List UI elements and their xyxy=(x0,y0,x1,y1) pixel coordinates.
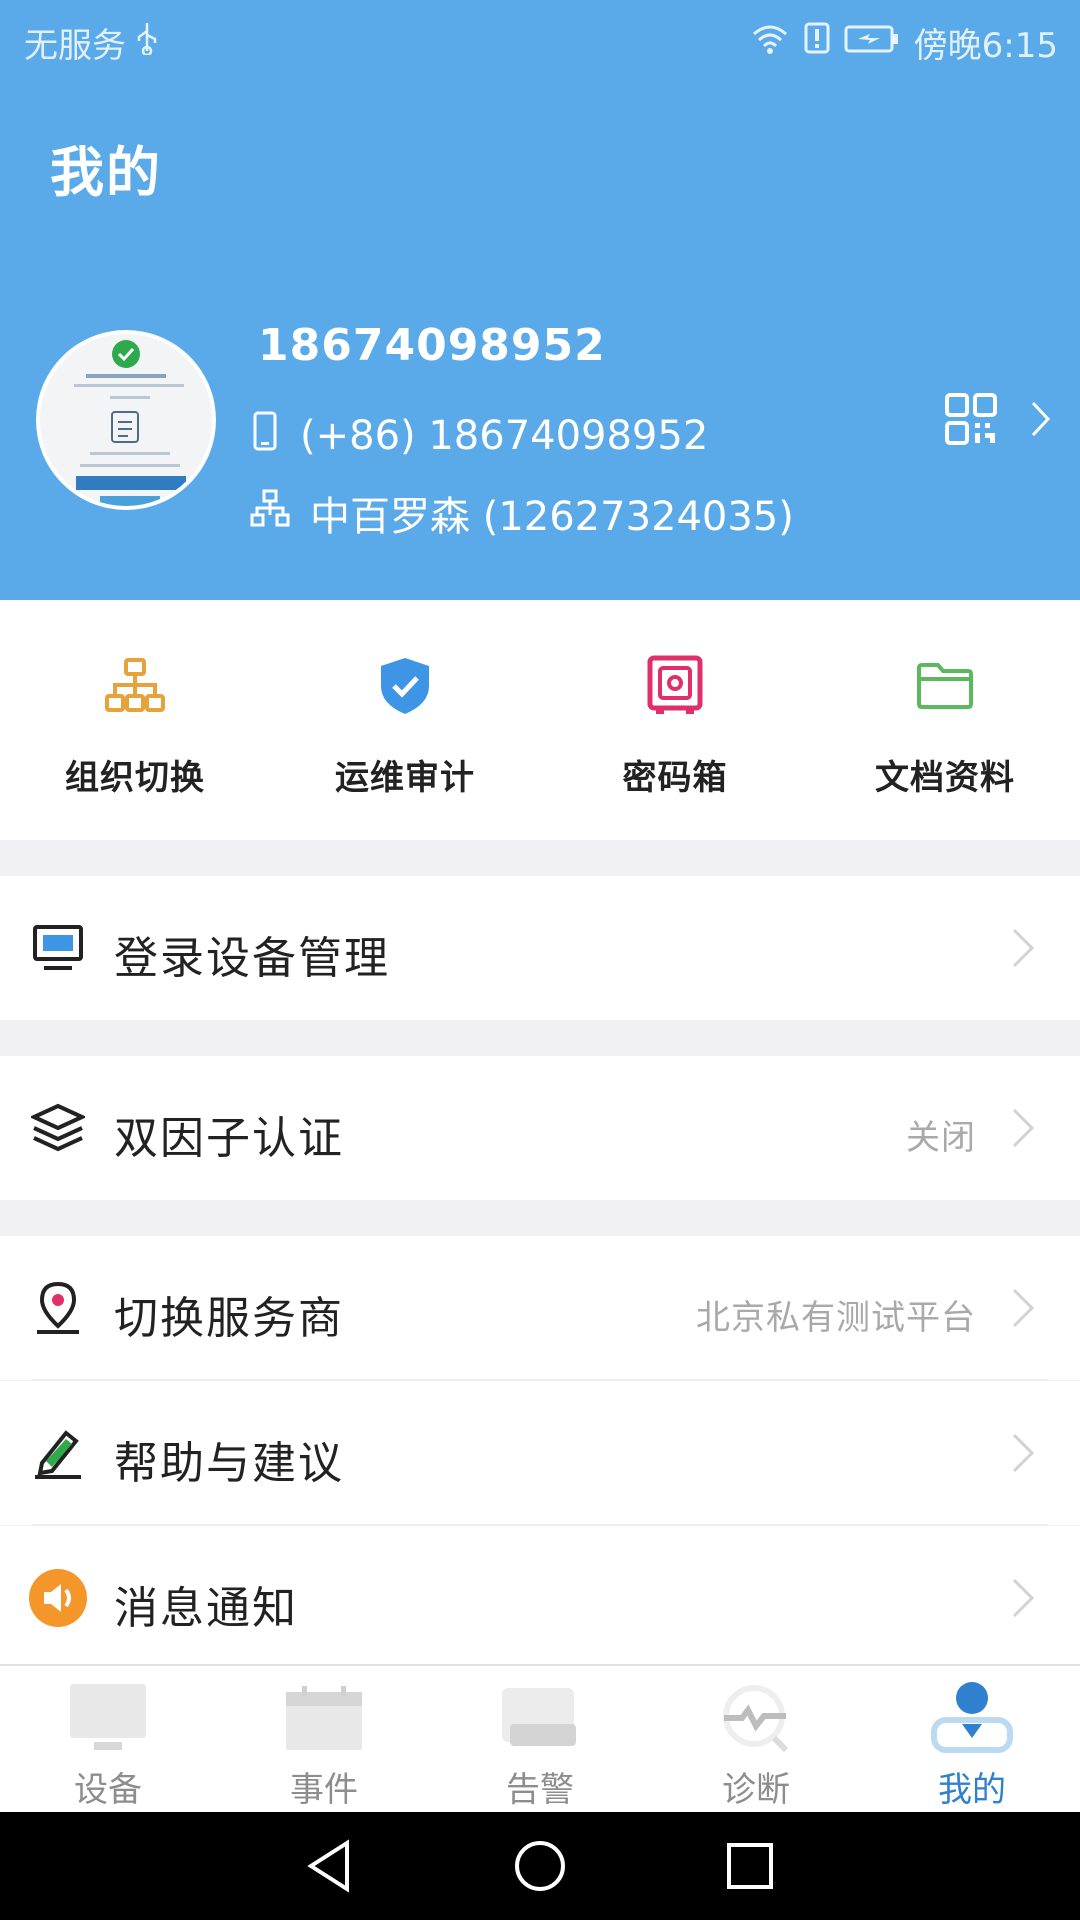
page-title: 我的 xyxy=(50,141,162,204)
two-factor-status: 关闭 xyxy=(906,1118,976,1158)
edit-pen-icon xyxy=(28,1423,88,1483)
back-icon[interactable] xyxy=(300,1836,360,1896)
clock-text: 傍晚6:15 xyxy=(913,26,1058,66)
monitor-icon xyxy=(63,1678,153,1758)
menu-help-feedback[interactable]: 帮助与建议 xyxy=(0,1381,1080,1525)
qr-code-icon xyxy=(944,392,998,450)
shield-check-icon xyxy=(369,650,441,722)
carrier-text: 无服务 xyxy=(24,26,126,66)
menu-label: 登录设备管理 xyxy=(114,933,390,984)
quick-action-documents[interactable]: 文档资料 xyxy=(810,600,1080,840)
quick-action-label: 密码箱 xyxy=(622,758,728,798)
monitor-icon xyxy=(28,918,88,978)
menu-label: 切换服务商 xyxy=(114,1293,344,1344)
quick-actions: 组织切换 运维审计 密码箱 文档资料 xyxy=(0,600,1080,840)
menu-notifications[interactable]: 消息通知 xyxy=(0,1526,1080,1670)
location-pin-icon xyxy=(28,1278,88,1338)
qr-code-button[interactable] xyxy=(944,392,1052,450)
phone-row: (+86) 18674098952 xyxy=(252,410,708,462)
home-icon[interactable] xyxy=(510,1836,570,1896)
tab-diagnose[interactable]: 诊断 xyxy=(648,1666,864,1812)
tab-label: 我的 xyxy=(938,1770,1006,1810)
org-tree-icon xyxy=(250,488,290,538)
chevron-right-icon xyxy=(1004,1576,1040,1620)
recents-icon[interactable] xyxy=(720,1836,780,1896)
bottom-tab-bar: 设备 事件 告警 诊断 我的 xyxy=(0,1664,1080,1812)
speaker-icon xyxy=(28,1568,88,1628)
tab-label: 诊断 xyxy=(722,1770,790,1810)
tab-label: 事件 xyxy=(290,1770,358,1810)
chevron-right-icon xyxy=(1004,1106,1040,1150)
username: 18674098952 xyxy=(258,320,606,371)
status-left: 无服务 xyxy=(24,18,160,67)
alert-icon xyxy=(804,22,830,63)
profile-header: 无服务 傍晚6:15 我的 18674098952 (+86) 18674098… xyxy=(0,0,1080,600)
tab-events[interactable]: 事件 xyxy=(216,1666,432,1812)
tab-alarms[interactable]: 告警 xyxy=(432,1666,648,1812)
system-nav-bar xyxy=(0,1812,1080,1920)
quick-action-password-safe[interactable]: 密码箱 xyxy=(540,600,810,840)
tab-mine[interactable]: 我的 xyxy=(864,1666,1080,1812)
folder-icon xyxy=(909,650,981,722)
menu-switch-provider[interactable]: 切换服务商 北京私有测试平台 xyxy=(0,1236,1080,1380)
quick-action-label: 组织切换 xyxy=(65,758,205,798)
usb-icon xyxy=(134,21,160,64)
tab-devices[interactable]: 设备 xyxy=(0,1666,216,1812)
avatar[interactable] xyxy=(36,330,216,510)
menu-label: 帮助与建议 xyxy=(114,1438,344,1489)
menu-login-devices[interactable]: 登录设备管理 xyxy=(0,876,1080,1020)
phone-number: (+86) 18674098952 xyxy=(300,413,709,459)
quick-action-org-switch[interactable]: 组织切换 xyxy=(0,600,270,840)
user-icon xyxy=(927,1678,1017,1758)
chevron-right-icon xyxy=(1004,926,1040,970)
chevron-right-icon xyxy=(1030,400,1052,442)
quick-action-label: 运维审计 xyxy=(335,758,475,798)
menu-two-factor-auth[interactable]: 双因子认证 关闭 xyxy=(0,1056,1080,1200)
battery-icon xyxy=(844,23,900,63)
chevron-right-icon xyxy=(1004,1286,1040,1330)
provider-name: 北京私有测试平台 xyxy=(696,1298,976,1338)
organization-name: 中百罗森 (12627324035) xyxy=(310,494,794,540)
org-switch-icon xyxy=(99,650,171,722)
diagnose-icon xyxy=(711,1678,801,1758)
phone-icon xyxy=(252,410,278,462)
status-right: 傍晚6:15 xyxy=(750,18,1058,67)
tab-label: 设备 xyxy=(74,1770,142,1810)
calendar-icon xyxy=(279,1678,369,1758)
chevron-right-icon xyxy=(1004,1431,1040,1475)
organization-row: 中百罗森 (12627324035) xyxy=(250,484,794,542)
safe-icon xyxy=(639,650,711,722)
quick-action-label: 文档资料 xyxy=(875,758,1015,798)
status-bar: 无服务 傍晚6:15 xyxy=(0,0,1080,76)
tab-label: 告警 xyxy=(506,1770,574,1810)
menu-label: 双因子认证 xyxy=(114,1113,344,1164)
menu-label: 消息通知 xyxy=(114,1583,298,1634)
wifi-icon xyxy=(750,22,790,63)
alarm-icon xyxy=(495,1678,585,1758)
layers-icon xyxy=(28,1098,88,1158)
quick-action-ops-audit[interactable]: 运维审计 xyxy=(270,600,540,840)
screen: 无服务 傍晚6:15 我的 18674098952 (+86) 18674098… xyxy=(0,0,1080,1920)
